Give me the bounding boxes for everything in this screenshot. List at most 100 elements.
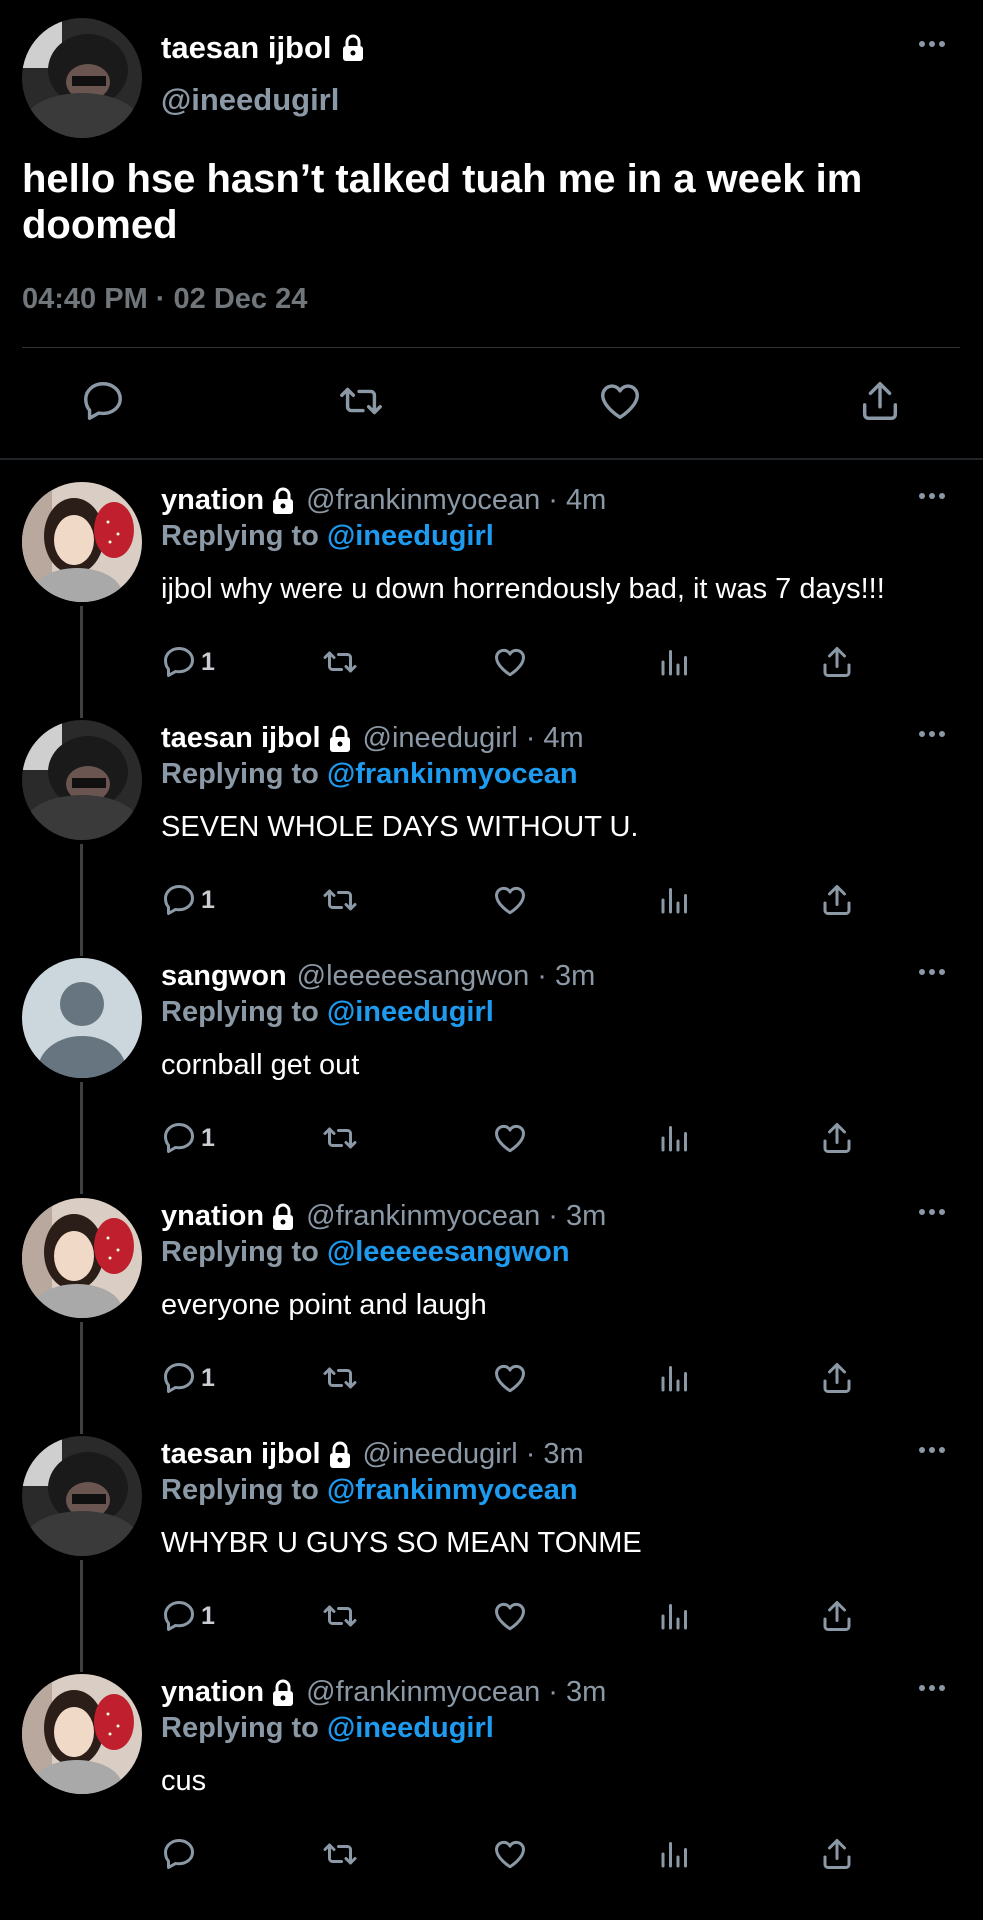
author-name[interactable]: ynation <box>161 1200 264 1233</box>
retweet-icon[interactable] <box>320 1836 360 1872</box>
reply-time[interactable]: 3m <box>555 960 595 993</box>
replying-to: Replying to @ineedugirl <box>161 996 494 1029</box>
retweet-icon[interactable] <box>320 1598 360 1634</box>
more-dots-icon[interactable] <box>918 40 946 48</box>
replying-to-mention[interactable]: @frankinmyocean <box>327 758 578 790</box>
tweet-timestamp[interactable]: 04:40 PM · 02 Dec 24 <box>22 283 307 316</box>
separator-dot: · <box>548 1676 558 1708</box>
reply-button[interactable]: 1 <box>161 1598 215 1634</box>
share-icon[interactable] <box>819 1120 855 1156</box>
replying-to: Replying to @leeeeesangwon <box>161 1236 570 1269</box>
author-handle[interactable]: @ineedugirl <box>363 722 518 755</box>
reply-button[interactable]: 1 <box>161 1360 215 1396</box>
share-icon[interactable] <box>819 1360 855 1396</box>
reply-actions: 1 <box>0 1598 983 1638</box>
lock-icon <box>340 34 366 62</box>
like-icon[interactable] <box>492 1120 528 1156</box>
analytics-icon[interactable] <box>657 1360 693 1396</box>
author-handle[interactable]: @frankinmyocean <box>306 484 540 517</box>
retweet-icon[interactable] <box>320 882 360 918</box>
author-handle[interactable]: @ineedugirl <box>363 1438 518 1471</box>
share-icon[interactable] <box>819 1836 855 1872</box>
reply-actions: 1 <box>0 1360 983 1400</box>
analytics-icon[interactable] <box>657 1120 693 1156</box>
more-dots-icon[interactable] <box>918 1446 946 1454</box>
reply-button[interactable] <box>161 1836 201 1872</box>
section-divider <box>0 458 983 460</box>
reply-tweet[interactable]: taesan ijbol @ineedugirl · 3m Replying t… <box>0 1424 983 1672</box>
analytics-icon[interactable] <box>657 644 693 680</box>
more-dots-icon[interactable] <box>918 968 946 976</box>
avatar[interactable] <box>22 720 142 840</box>
reply-text: ijbol why were u down horrendously bad, … <box>161 573 885 605</box>
author-name[interactable]: taesan ijbol <box>161 1438 321 1471</box>
share-icon[interactable] <box>819 1598 855 1634</box>
more-dots-icon[interactable] <box>918 1684 946 1692</box>
replying-to-mention[interactable]: @ineedugirl <box>327 996 494 1028</box>
author-handle[interactable]: @leeeeesangwon <box>297 960 530 993</box>
replying-to-label: Replying to <box>161 1236 319 1268</box>
more-dots-icon[interactable] <box>918 730 946 738</box>
share-icon[interactable] <box>819 644 855 680</box>
like-icon[interactable] <box>492 1360 528 1396</box>
author-handle[interactable]: @frankinmyocean <box>306 1200 540 1233</box>
reply-time[interactable]: 4m <box>566 484 606 517</box>
avatar[interactable] <box>22 958 142 1078</box>
author-name[interactable]: taesan ijbol <box>161 30 332 66</box>
tweet-actions <box>0 378 983 430</box>
divider <box>22 347 960 348</box>
avatar[interactable] <box>22 1674 142 1794</box>
reply-time[interactable]: 3m <box>543 1438 583 1471</box>
retweet-icon[interactable] <box>320 644 360 680</box>
avatar[interactable] <box>22 1198 142 1318</box>
reply-actions: 1 <box>0 644 983 684</box>
replying-to-mention[interactable]: @ineedugirl <box>327 1712 494 1744</box>
reply-tweet[interactable]: ynation @frankinmyocean · 3m Replying to… <box>0 1662 983 1899</box>
like-icon[interactable] <box>597 378 643 424</box>
author-handle[interactable]: @ineedugirl <box>161 82 339 118</box>
lock-icon <box>327 725 353 753</box>
reply-time[interactable]: 3m <box>566 1200 606 1233</box>
author-handle[interactable]: @frankinmyocean <box>306 1676 540 1709</box>
avatar[interactable] <box>22 1436 142 1556</box>
author-name[interactable]: ynation <box>161 484 264 517</box>
more-dots-icon[interactable] <box>918 1208 946 1216</box>
retweet-icon[interactable] <box>320 1120 360 1156</box>
reply-tweet[interactable]: ynation @frankinmyocean · 3m Replying to… <box>0 1186 983 1434</box>
reply-icon <box>161 1120 197 1156</box>
like-icon[interactable] <box>492 644 528 680</box>
reply-icon[interactable] <box>80 378 126 424</box>
author-name[interactable]: taesan ijbol <box>161 722 321 755</box>
replying-to-mention[interactable]: @ineedugirl <box>327 520 494 552</box>
analytics-icon[interactable] <box>657 1836 693 1872</box>
avatar[interactable] <box>22 482 142 602</box>
share-icon[interactable] <box>857 378 903 424</box>
reply-tweet[interactable]: ynation @frankinmyocean · 4m Replying to… <box>0 470 983 718</box>
reply-time[interactable]: 4m <box>543 722 583 755</box>
author-name[interactable]: sangwon <box>161 960 287 993</box>
retweet-icon[interactable] <box>337 378 385 424</box>
reply-actions <box>0 1836 983 1876</box>
replying-to-mention[interactable]: @leeeeesangwon <box>327 1236 570 1268</box>
reply-tweet[interactable]: sangwon @leeeeesangwon · 3m Replying to … <box>0 946 983 1194</box>
like-icon[interactable] <box>492 1836 528 1872</box>
retweet-icon[interactable] <box>320 1360 360 1396</box>
like-icon[interactable] <box>492 1598 528 1634</box>
author-name[interactable]: ynation <box>161 1676 264 1709</box>
tweet-text: hello hse hasn’t talked tuah me in a wee… <box>22 157 863 247</box>
replying-to-mention[interactable]: @frankinmyocean <box>327 1474 578 1506</box>
reply-header: ynation @frankinmyocean · 3m <box>161 1200 606 1233</box>
reply-button[interactable]: 1 <box>161 1120 215 1156</box>
more-dots-icon[interactable] <box>918 492 946 500</box>
analytics-icon[interactable] <box>657 882 693 918</box>
avatar[interactable] <box>22 18 142 138</box>
reply-button[interactable]: 1 <box>161 882 215 918</box>
reply-count: 1 <box>201 1123 215 1152</box>
reply-button[interactable]: 1 <box>161 644 215 680</box>
analytics-icon[interactable] <box>657 1598 693 1634</box>
reply-header: ynation @frankinmyocean · 4m <box>161 484 606 517</box>
share-icon[interactable] <box>819 882 855 918</box>
reply-tweet[interactable]: taesan ijbol @ineedugirl · 4m Replying t… <box>0 708 983 956</box>
like-icon[interactable] <box>492 882 528 918</box>
reply-time[interactable]: 3m <box>566 1676 606 1709</box>
